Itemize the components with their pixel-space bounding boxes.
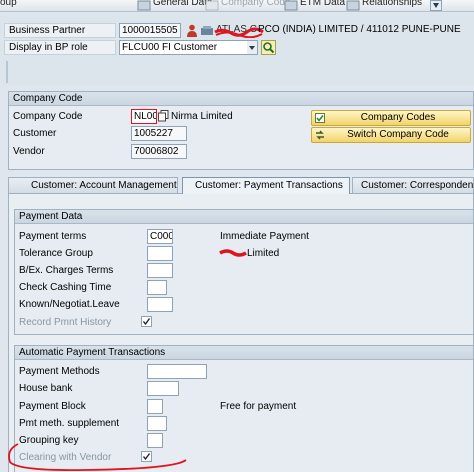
menu-item-general-data[interactable]: General Data bbox=[153, 0, 212, 8]
org-icon bbox=[201, 26, 213, 35]
record-pmnt-history-checkbox[interactable] bbox=[141, 316, 152, 327]
bp-role-label: Display in BP role bbox=[4, 40, 116, 55]
bp-role-label-text: Display in BP role bbox=[9, 42, 88, 53]
payment-methods-label: Payment Methods bbox=[19, 366, 100, 377]
relationships-icon bbox=[346, 0, 360, 11]
red-annotation-circle bbox=[8, 443, 187, 471]
customer-field[interactable]: 1005227 bbox=[131, 126, 187, 141]
check-cashing-time-label: Check Cashing Time bbox=[19, 282, 112, 293]
check-mark-icon bbox=[142, 318, 151, 326]
company-code-group-title: Company Code bbox=[9, 92, 473, 106]
bex-charges-terms-label: B/Ex. Charges Terms bbox=[19, 265, 114, 276]
switch-icon bbox=[316, 130, 324, 140]
menu-item-etm-data[interactable]: ETM Data bbox=[300, 0, 345, 8]
business-partner-label-text: Business Partner bbox=[9, 25, 86, 36]
payment-data-group-title: Payment Data bbox=[15, 210, 473, 224]
tab-correspondence-label: Customer: Correspondence bbox=[361, 180, 474, 191]
payment-terms-label: Payment terms bbox=[19, 231, 87, 242]
menu-item-company-code[interactable]: Company Code bbox=[221, 0, 290, 8]
known-negotiat-leave-field[interactable] bbox=[147, 297, 173, 312]
payment-methods-field[interactable] bbox=[147, 364, 207, 379]
payment-terms-field[interactable]: C000 bbox=[147, 229, 173, 244]
bp-role-select[interactable]: FLCU00 FI Customer bbox=[119, 40, 258, 55]
tab-account-management[interactable]: Customer: Account Management bbox=[8, 177, 178, 194]
more-menu-icon[interactable] bbox=[430, 0, 442, 11]
house-bank-label: House bank bbox=[19, 383, 73, 394]
top-menu-bar: oup General Data Company Code ETM Data R… bbox=[0, 0, 474, 12]
etm-data-icon bbox=[284, 0, 298, 11]
company-code-icon bbox=[205, 0, 219, 11]
house-bank-field[interactable] bbox=[147, 381, 179, 396]
company-name: Nirma Limited bbox=[171, 111, 233, 122]
checkmark-icon bbox=[315, 113, 325, 123]
search-icon[interactable] bbox=[261, 40, 276, 55]
payment-data-group: Payment Data Payment terms C000 Immediat… bbox=[14, 209, 474, 335]
company-codes-button-label: Company Codes bbox=[360, 112, 436, 123]
person-icon bbox=[187, 24, 197, 37]
chevron-down-icon[interactable] bbox=[247, 41, 257, 54]
company-codes-button[interactable]: Company Codes bbox=[311, 110, 471, 126]
tab-payment-transactions-label: Customer: Payment Transactions bbox=[195, 180, 343, 191]
tab-strip: Customer: Account Management Customer: P… bbox=[8, 177, 474, 194]
payment-block-desc: Free for payment bbox=[220, 401, 297, 412]
vendor-label: Vendor bbox=[13, 146, 45, 157]
bex-charges-terms-field[interactable] bbox=[147, 263, 173, 278]
pmt-meth-supplement-label: Pmt meth. supplement bbox=[19, 418, 120, 429]
switch-company-code-button-label: Switch Company Code bbox=[347, 129, 449, 140]
vendor-field[interactable]: 70006802 bbox=[131, 144, 187, 159]
tab-payment-transactions[interactable]: Customer: Payment Transactions bbox=[182, 177, 350, 194]
menu-item-group[interactable]: oup bbox=[0, 0, 17, 8]
tolerance-group-label: Tolerance Group bbox=[19, 248, 93, 259]
business-partner-label: Business Partner bbox=[4, 23, 116, 38]
general-data-icon bbox=[137, 0, 151, 11]
tolerance-group-desc: Limited bbox=[247, 248, 280, 259]
payment-terms-desc: Immediate Payment bbox=[220, 231, 309, 242]
redaction-scribble-tolerance bbox=[219, 249, 247, 257]
menu-item-relationships[interactable]: Relationships bbox=[362, 0, 422, 8]
tab-correspondence[interactable]: Customer: Correspondence bbox=[352, 177, 474, 194]
header-area: Business Partner 1000015505 ATLAS C PCO … bbox=[0, 13, 474, 85]
tab-account-management-label: Customer: Account Management bbox=[31, 180, 177, 191]
company-code-label: Company Code bbox=[13, 111, 83, 122]
company-code-group: Company Code Company Code NL00 Nirma Lim… bbox=[8, 91, 474, 170]
tolerance-group-field[interactable] bbox=[147, 246, 173, 261]
auto-payment-group-title: Automatic Payment Transactions bbox=[15, 346, 473, 360]
company-code-field[interactable]: NL00 bbox=[131, 109, 157, 124]
copy-icon[interactable] bbox=[158, 110, 169, 122]
payment-block-field[interactable] bbox=[147, 399, 163, 414]
pmt-meth-supplement-field[interactable] bbox=[147, 416, 167, 431]
record-pmnt-history-label: Record Pmnt History bbox=[19, 317, 112, 328]
business-partner-desc: PCO (INDIA) LIMITED / 411012 PUNE-PUNE bbox=[258, 24, 461, 35]
customer-label: Customer bbox=[13, 128, 57, 139]
known-negotiat-leave-label: Known/Negotiat.Leave bbox=[19, 299, 120, 310]
splitter bbox=[6, 61, 8, 83]
business-partner-field[interactable]: 1000015505 bbox=[119, 23, 181, 38]
check-cashing-time-field[interactable] bbox=[147, 280, 167, 295]
payment-block-label: Payment Block bbox=[19, 401, 86, 412]
switch-company-code-button[interactable]: Switch Company Code bbox=[311, 127, 471, 143]
